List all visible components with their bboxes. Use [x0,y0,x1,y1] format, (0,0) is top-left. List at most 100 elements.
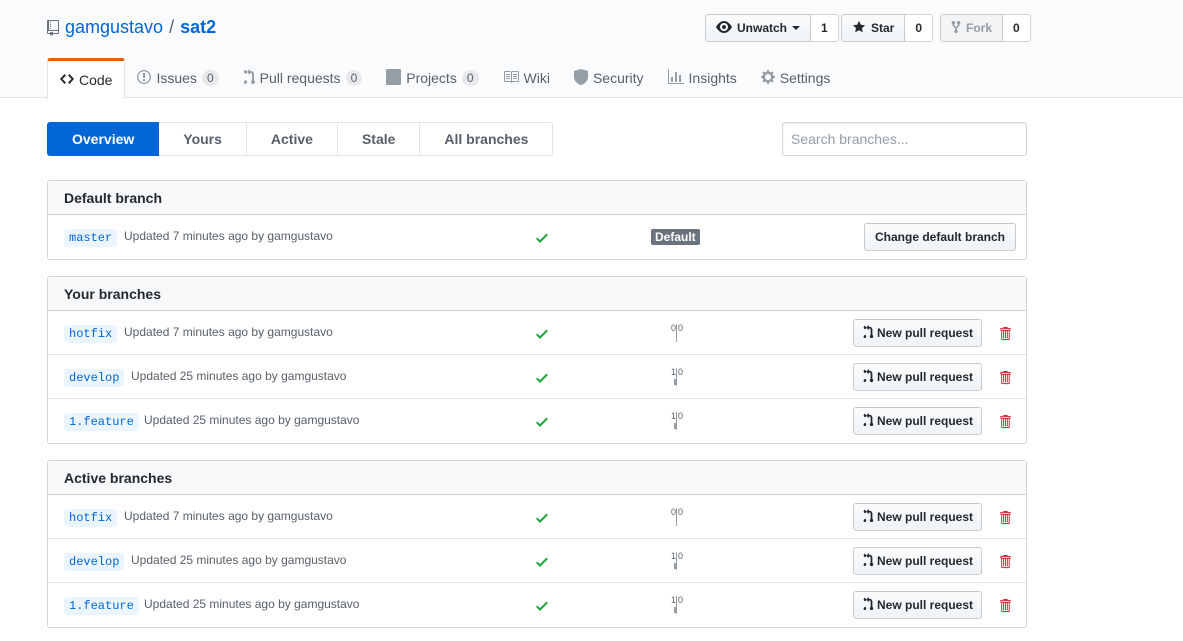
branch-name-link[interactable]: master [64,229,118,247]
new-pull-request-button[interactable]: New pull request [853,547,983,575]
branch-row: develop Updated 25 minutes ago by gamgus… [48,539,1026,583]
behind-bar [674,423,676,429]
check-icon [536,414,548,433]
branch-filter-nav: Overview Yours Active Stale All branches [47,122,554,156]
branch-updated: Updated 7 minutes ago by gamgustavo [124,229,333,243]
issue-icon [137,69,152,88]
path-separator: / [169,17,175,37]
stars-count[interactable]: 0 [905,14,934,42]
shield-icon [573,68,588,88]
filter-overview[interactable]: Overview [47,122,160,156]
repo-owner-link[interactable]: gamgustavo [65,17,163,38]
branch-row: 1.feature Updated 25 minutes ago by gamg… [48,583,1026,627]
branch-row: 1.feature Updated 25 minutes ago by gamg… [48,399,1026,443]
default-label: Default [651,229,700,245]
branch-name-link[interactable]: develop [64,369,125,387]
ahead-behind-count: 1 0 [667,551,687,573]
git-pull-request-icon [862,508,874,526]
default-branch-header: Default branch [48,181,1026,215]
branch-name-link[interactable]: 1.feature [64,413,139,431]
new-pull-request-button[interactable]: New pull request [853,407,983,435]
tab-security[interactable]: Security [562,58,656,98]
ahead-behind-count: 0 0 [667,323,687,345]
branch-name-link[interactable]: 1.feature [64,597,139,615]
tab-settings[interactable]: Settings [749,58,843,98]
ahead-behind-divider [676,368,677,386]
git-pull-request-icon [862,412,874,430]
tab-code[interactable]: Code [47,58,126,99]
repo-name-link[interactable]: sat2 [180,17,216,38]
trash-icon[interactable] [999,370,1011,388]
your-branches-header: Your branches [48,277,1026,311]
tab-wiki[interactable]: Wiki [491,58,562,98]
tab-issues[interactable]: Issues 0 [125,58,230,98]
trash-icon[interactable] [999,554,1011,572]
repo-icon [47,19,59,36]
trash-icon[interactable] [999,414,1011,432]
check-icon [536,370,548,389]
check-icon [536,230,548,249]
search-branches-input[interactable] [782,122,1027,156]
unwatch-button[interactable]: Unwatch [705,14,812,42]
ahead-behind-divider [676,324,677,342]
forks-count[interactable]: 0 [1003,14,1031,42]
active-branches-box: Active branches hotfix Updated 7 minutes… [47,460,1027,628]
ahead-count: 0 [678,367,684,377]
change-default-branch-button[interactable]: Change default branch [864,223,1017,251]
fork-group: Fork 0 [940,14,1031,42]
watchers-count[interactable]: 1 [811,14,839,42]
new-pull-request-button[interactable]: New pull request [853,503,983,531]
repo-title: gamgustavo / sat2 [47,17,216,38]
star-icon [852,20,866,37]
tab-insights[interactable]: Insights [656,58,749,98]
branch-row: develop Updated 25 minutes ago by gamgus… [48,355,1026,399]
repo-forked-icon [951,20,961,37]
your-branches-box: Your branches hotfix Updated 7 minutes a… [47,276,1027,444]
ahead-behind-count: 1 0 [667,411,687,433]
trash-icon[interactable] [999,510,1011,528]
pull-requests-counter: 0 [345,70,363,86]
gear-icon [760,69,775,88]
check-icon [536,326,548,345]
branch-updated: Updated 25 minutes ago by gamgustavo [144,597,360,611]
ahead-behind-divider [676,508,677,526]
fork-button[interactable]: Fork [940,14,1004,42]
trash-icon[interactable] [999,598,1011,616]
branch-updated: Updated 25 minutes ago by gamgustavo [131,553,347,567]
filter-stale[interactable]: Stale [337,122,421,156]
new-pull-request-label: New pull request [877,370,974,384]
issues-counter: 0 [201,70,219,86]
tab-pull-requests-label: Pull requests [259,70,341,86]
git-pull-request-icon [862,552,874,570]
new-pull-request-button[interactable]: New pull request [853,591,983,619]
branch-row: hotfix Updated 7 minutes ago by gamgusta… [48,495,1026,539]
tab-projects[interactable]: Projects 0 [374,58,490,98]
ahead-count: 0 [678,323,684,333]
branch-name-link[interactable]: develop [64,553,125,571]
new-pull-request-button[interactable]: New pull request [853,319,983,347]
star-button[interactable]: Star [841,14,906,42]
project-icon [386,68,402,88]
filter-yours[interactable]: Yours [159,122,247,156]
code-icon [60,71,74,90]
star-label: Star [871,21,895,35]
ahead-count: 0 [678,595,684,605]
ahead-behind-divider [676,596,677,614]
branch-name-link[interactable]: hotfix [64,325,118,343]
filter-active[interactable]: Active [246,122,338,156]
tab-pull-requests[interactable]: Pull requests 0 [231,58,375,98]
git-pull-request-icon [862,596,874,614]
trash-icon[interactable] [999,326,1011,344]
ahead-count: 0 [678,507,684,517]
tab-issues-label: Issues [156,70,197,86]
unwatch-label: Unwatch [737,21,788,35]
eye-icon [716,19,732,38]
branch-row: hotfix Updated 7 minutes ago by gamgusta… [48,311,1026,355]
branch-updated: Updated 7 minutes ago by gamgustavo [124,509,333,523]
tab-insights-label: Insights [688,70,737,86]
filter-all-branches[interactable]: All branches [420,122,554,156]
git-pull-request-icon [862,368,874,386]
branch-name-link[interactable]: hotfix [64,509,118,527]
ahead-behind-divider [676,552,677,570]
new-pull-request-button[interactable]: New pull request [853,363,983,391]
